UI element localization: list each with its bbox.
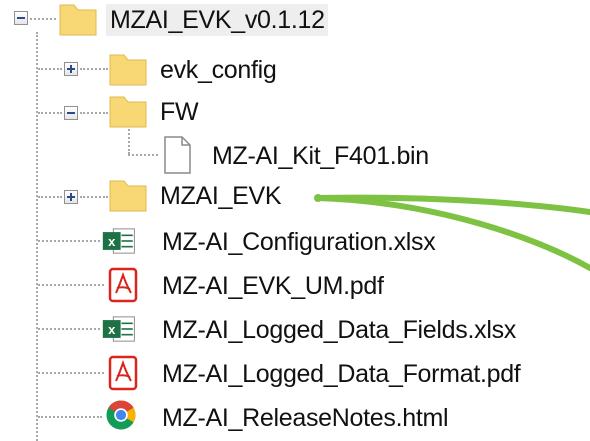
- tree-guide-line: [38, 240, 100, 242]
- folder-icon: [109, 96, 147, 128]
- tree-row-fw[interactable]: FW: [0, 92, 590, 136]
- chrome-html-file-icon: [106, 400, 136, 430]
- expand-toggle[interactable]: [64, 62, 78, 76]
- tree-guide-line: [38, 68, 62, 70]
- tree-row-mzai-evk[interactable]: MZAI_EVK: [0, 176, 590, 220]
- tree-item-label[interactable]: MZ-AI_Configuration.xlsx: [162, 226, 436, 258]
- tree-item-label[interactable]: evk_config: [160, 54, 277, 86]
- tree-row-root[interactable]: MZAI_EVK_v0.1.12: [0, 0, 590, 44]
- tree-guide-line: [128, 154, 158, 156]
- tree-item-label[interactable]: FW: [160, 96, 199, 128]
- tree-item-label[interactable]: MZ-AI_Logged_Data_Fields.xlsx: [162, 314, 516, 346]
- tree-guide-line: [80, 68, 108, 70]
- tree-guide-line: [38, 284, 104, 286]
- tree-guide-line: [80, 196, 108, 198]
- folder-icon: [109, 54, 147, 86]
- tree-guide-line: [38, 416, 102, 418]
- tree-row-evk-um-pdf[interactable]: MZ-AI_EVK_UM.pdf: [0, 264, 590, 308]
- svg-text:x: x: [108, 322, 116, 337]
- tree-guide-line: [38, 328, 100, 330]
- pdf-file-icon: [108, 355, 138, 391]
- expand-toggle[interactable]: [64, 190, 78, 204]
- tree-row-evk-config[interactable]: evk_config: [0, 48, 590, 92]
- tree-item-label[interactable]: MZ-AI_EVK_UM.pdf: [162, 270, 384, 302]
- tree-row-logged-data-fields-xlsx[interactable]: x MZ-AI_Logged_Data_Fields.xlsx: [0, 308, 590, 352]
- folder-icon: [109, 180, 147, 212]
- collapse-toggle[interactable]: [14, 11, 28, 25]
- tree-item-label[interactable]: MZAI_EVK_v0.1.12: [106, 4, 328, 36]
- folder-icon: [59, 4, 97, 36]
- tree-guide-line: [80, 112, 108, 114]
- tree-guide-line: [38, 196, 62, 198]
- generic-file-icon: [164, 136, 191, 174]
- excel-file-icon: x: [102, 228, 135, 254]
- tree-row-configuration-xlsx[interactable]: x MZ-AI_Configuration.xlsx: [0, 220, 590, 264]
- file-tree: MZAI_EVK_v0.1.12 evk_config FW MZ-AI_Kit…: [0, 0, 590, 441]
- svg-text:x: x: [108, 234, 116, 249]
- tree-row-logged-data-format-pdf[interactable]: MZ-AI_Logged_Data_Format.pdf: [0, 352, 590, 396]
- tree-item-label[interactable]: MZ-AI_ReleaseNotes.html: [162, 402, 449, 434]
- collapse-toggle[interactable]: [64, 106, 78, 120]
- tree-row-firmware-bin[interactable]: MZ-AI_Kit_F401.bin: [0, 134, 590, 178]
- tree-guide-line: [38, 372, 104, 374]
- tree-guide-line: [30, 18, 56, 20]
- tree-item-label[interactable]: MZ-AI_Kit_F401.bin: [212, 140, 429, 172]
- excel-file-icon: x: [102, 316, 135, 342]
- pdf-file-icon: [108, 267, 138, 303]
- tree-row-release-notes-html[interactable]: MZ-AI_ReleaseNotes.html: [0, 396, 590, 440]
- tree-item-label[interactable]: MZ-AI_Logged_Data_Format.pdf: [162, 358, 521, 390]
- tree-item-label[interactable]: MZAI_EVK: [160, 180, 282, 212]
- tree-guide-line: [38, 112, 62, 114]
